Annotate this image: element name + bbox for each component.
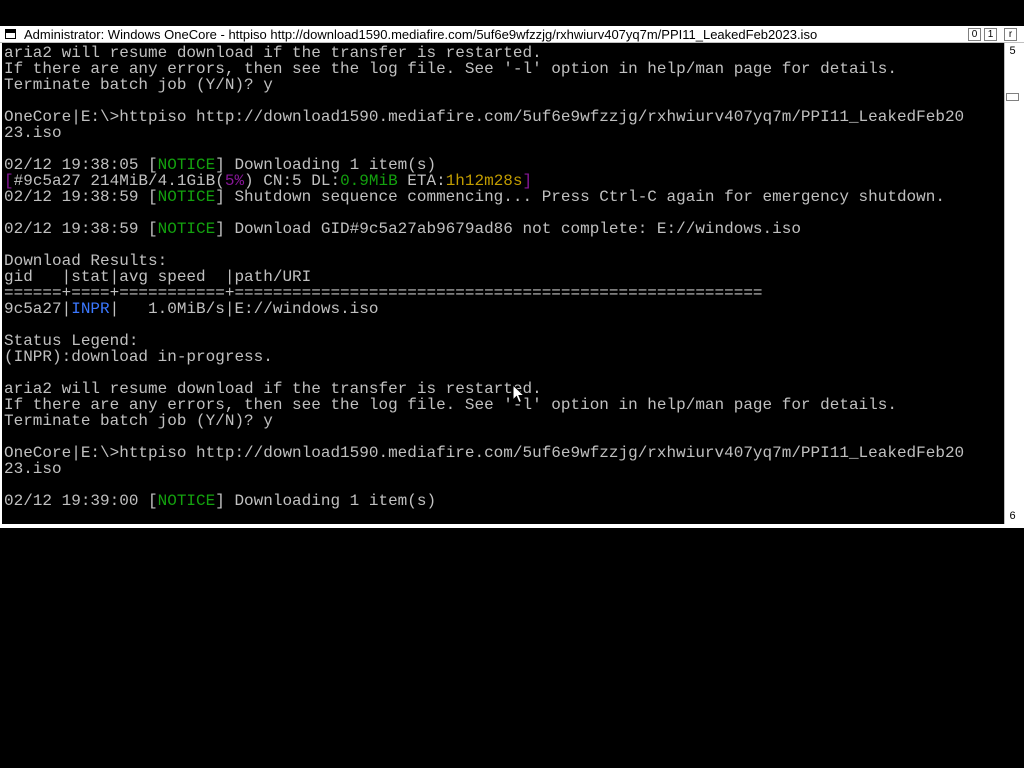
- close-button[interactable]: r: [1004, 28, 1017, 41]
- vertical-scrollbar[interactable]: 5 6: [1004, 43, 1020, 524]
- results-heading: Download Results:: [4, 252, 168, 270]
- log-message: ] Downloading 1 item(s): [215, 492, 437, 510]
- console-line: If there are any errors, then see the lo…: [4, 60, 897, 78]
- notice-tag: NOTICE: [157, 492, 216, 510]
- console-line: aria2 will resume download if the transf…: [4, 380, 542, 398]
- status-legend-item: (INPR):download in-progress.: [4, 348, 273, 366]
- command-line: OneCore|E:\>httpiso http://download1590.…: [4, 444, 965, 462]
- log-time: 02/12 19:38:59 [: [4, 188, 158, 206]
- log-message: ] Shutdown sequence commencing... Press …: [215, 188, 945, 206]
- command-line-wrap: 23.iso: [4, 124, 62, 142]
- console-line: Terminate batch job (Y/N)? y: [4, 76, 273, 94]
- system-menu-icon[interactable]: [5, 29, 16, 39]
- log-time: 02/12 19:38:59 [: [4, 220, 158, 238]
- title-bar[interactable]: Administrator: Windows OneCore - httpiso…: [0, 26, 1024, 43]
- notice-tag: NOTICE: [157, 188, 216, 206]
- console-line: aria2 will resume download if the transf…: [4, 44, 542, 62]
- notice-tag: NOTICE: [157, 220, 216, 238]
- command-line: OneCore|E:\>httpiso http://download1590.…: [4, 108, 965, 126]
- result-status: INPR: [71, 300, 110, 318]
- window-title: Administrator: Windows OneCore - httpiso…: [24, 27, 818, 42]
- result-gid: 9c5a27|: [4, 300, 72, 318]
- results-table-header: gid |stat|avg speed |path/URI: [4, 268, 312, 286]
- log-line: 02/12 19:38:59 [NOTICE] Shutdown sequenc…: [4, 189, 945, 205]
- minimize-button[interactable]: 0: [968, 28, 981, 41]
- results-table-row: 9c5a27|INPR| 1.0MiB/s|E://windows.iso: [4, 301, 378, 317]
- log-line: 02/12 19:39:00 [NOTICE] Downloading 1 it…: [4, 493, 436, 509]
- console-output[interactable]: aria2 will resume download if the transf…: [2, 43, 1004, 524]
- log-line: 02/12 19:38:05 [NOTICE] Downloading 1 it…: [4, 157, 436, 173]
- command-line-wrap: 23.iso: [4, 460, 62, 478]
- log-message: ] Download GID#9c5a27ab9679ad86 not comp…: [215, 220, 801, 238]
- progress-line: [#9c5a27 214MiB/4.1GiB(5%) CN:5 DL:0.9Mi…: [4, 173, 532, 189]
- results-table-divider: ======+====+===========+================…: [4, 284, 763, 302]
- console-line: Terminate batch job (Y/N)? y: [4, 412, 273, 430]
- result-details: | 1.0MiB/s|E://windows.iso: [109, 300, 379, 318]
- console-line: If there are any errors, then see the lo…: [4, 396, 897, 414]
- scroll-down-button[interactable]: 6: [1005, 508, 1020, 524]
- scroll-up-button[interactable]: 5: [1005, 43, 1020, 59]
- status-legend-heading: Status Legend:: [4, 332, 139, 350]
- log-line: 02/12 19:38:59 [NOTICE] Download GID#9c5…: [4, 221, 801, 237]
- scroll-thumb[interactable]: [1006, 93, 1019, 101]
- maximize-button[interactable]: 1: [984, 28, 997, 41]
- log-time: 02/12 19:39:00 [: [4, 492, 158, 510]
